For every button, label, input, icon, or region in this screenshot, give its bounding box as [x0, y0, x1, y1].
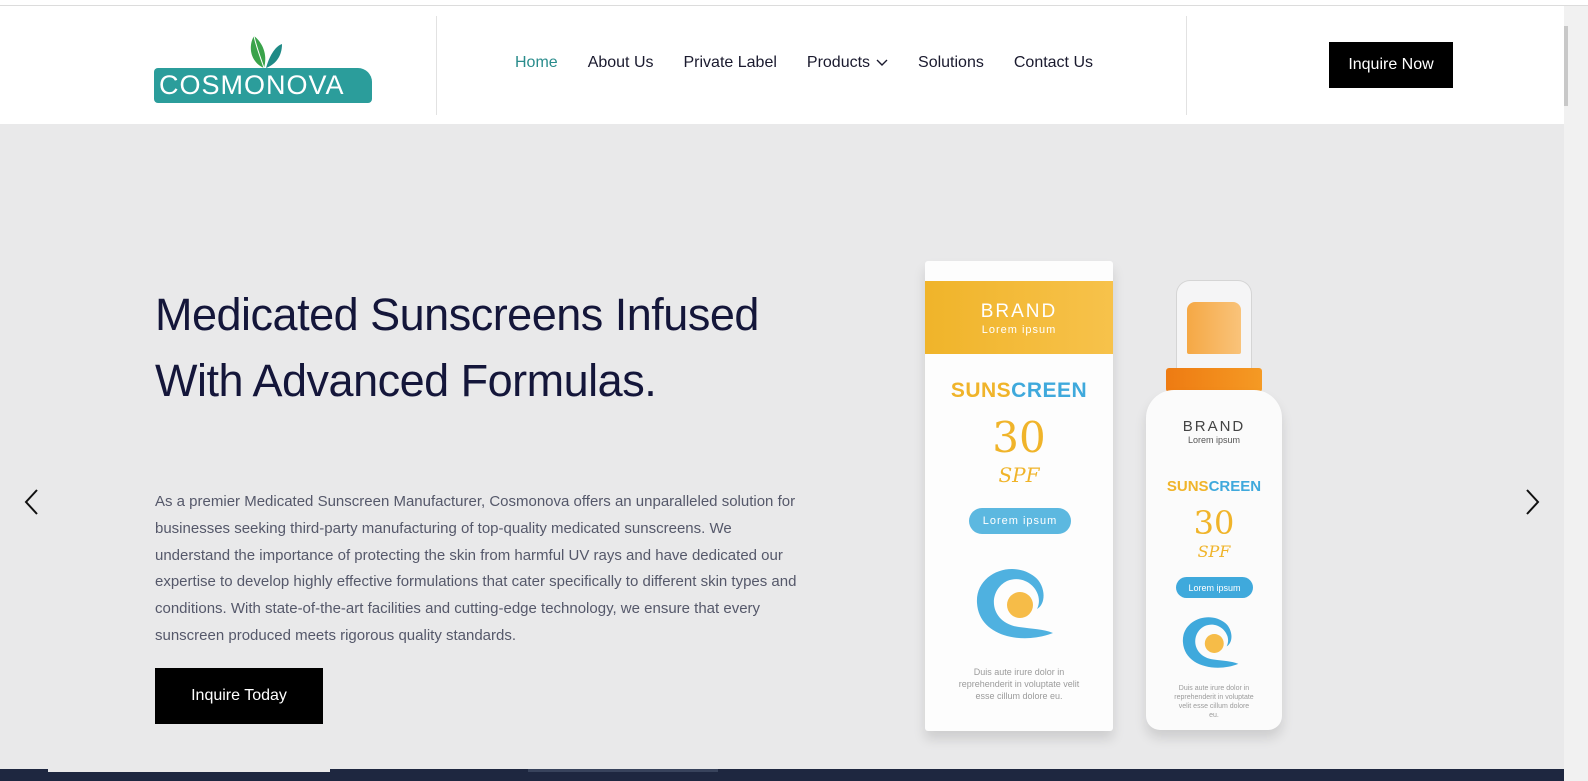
- sun-wave-icon: [976, 569, 1053, 639]
- nav-item-label: Products: [806, 54, 871, 71]
- nav-item-label: Home: [515, 54, 558, 71]
- nav-item-home[interactable]: Home: [515, 54, 558, 72]
- nav-item-products[interactable]: Products: [807, 54, 888, 72]
- bottle-brand-sub: Lorem ipsum: [1187, 435, 1241, 445]
- sun-wave-icon: [1182, 617, 1239, 668]
- box-fine-print: Duis aute irure dolor in reprehenderit i…: [958, 667, 1080, 701]
- box-product-title: SUNSCREEN: [925, 379, 1113, 403]
- nav-item-contact-us[interactable]: Contact Us: [1014, 54, 1093, 72]
- logo-text: COSMONOVA: [159, 70, 345, 100]
- leaf-icon: [250, 35, 282, 69]
- hero-description: As a premier Medicated Sunscreen Manufac…: [155, 493, 797, 644]
- chevron-down-icon: [876, 54, 888, 72]
- logo[interactable]: COSMONOVA: [154, 28, 372, 104]
- bottle-title-b: CREEN: [1208, 478, 1262, 495]
- sunscreen-bottle-image: BRAND Lorem ipsum SUNSCREEN 30 SPF Lorem…: [1144, 280, 1284, 732]
- chevron-right-icon[interactable]: [1522, 488, 1542, 516]
- header-divider: [436, 16, 437, 115]
- nav-item-solutions[interactable]: Solutions: [918, 54, 984, 72]
- bottle-product-title: SUNSCREEN: [1144, 478, 1284, 495]
- box-title-b: CREEN: [1011, 379, 1088, 402]
- scrollbar[interactable]: [1564, 6, 1588, 781]
- bottle-fine-print: Duis aute irure dolor in reprehenderit i…: [1174, 685, 1254, 719]
- bottle-spf-number: 30: [1193, 504, 1235, 542]
- bottle-pump: [1187, 302, 1241, 354]
- nav-item-label: Private Label: [683, 54, 777, 71]
- bottle-collar: [1166, 368, 1262, 392]
- box-pill: Lorem ipsum: [969, 508, 1071, 534]
- chevron-left-icon[interactable]: [22, 488, 42, 516]
- bottom-strip: [0, 769, 1564, 781]
- nav-item-label: About Us: [587, 54, 654, 71]
- sunscreen-box-image: BRAND Lorem ipsum SUNSCREEN 30 SPF Lorem…: [925, 261, 1113, 731]
- main-nav: Home About Us Private Label Products Sol…: [515, 54, 1123, 72]
- header-divider: [1186, 16, 1187, 115]
- bottle-brand: BRAND: [1182, 418, 1246, 435]
- site-header: COSMONOVA Home About Us Private Label Pr…: [0, 6, 1564, 124]
- inquire-today-button[interactable]: Inquire Today: [155, 668, 323, 724]
- box-brand-sub: Lorem ipsum: [981, 324, 1057, 336]
- hero-title: Medicated Sunscreens Infused With Advanc…: [155, 289, 759, 406]
- bottle-title-a: SUNS: [1166, 478, 1209, 495]
- nav-item-about-us[interactable]: About Us: [588, 54, 654, 72]
- box-spf-number: 30: [992, 413, 1046, 462]
- bottom-strip-segment: [48, 769, 330, 772]
- nav-item-private-label[interactable]: Private Label: [684, 54, 777, 72]
- inquire-now-button[interactable]: Inquire Now: [1329, 42, 1453, 88]
- box-brand: BRAND: [980, 301, 1058, 322]
- bottle-pill: Lorem ipsum: [1176, 577, 1253, 598]
- box-title-a: SUNS: [950, 379, 1012, 402]
- nav-item-label: Contact Us: [1013, 54, 1093, 71]
- nav-item-label: Solutions: [918, 54, 984, 71]
- bottle-spf-label: SPF: [1197, 542, 1231, 561]
- scrollbar-thumb[interactable]: [1564, 26, 1568, 106]
- box-spf-label: SPF: [998, 463, 1040, 487]
- bottom-strip-segment: [528, 769, 718, 772]
